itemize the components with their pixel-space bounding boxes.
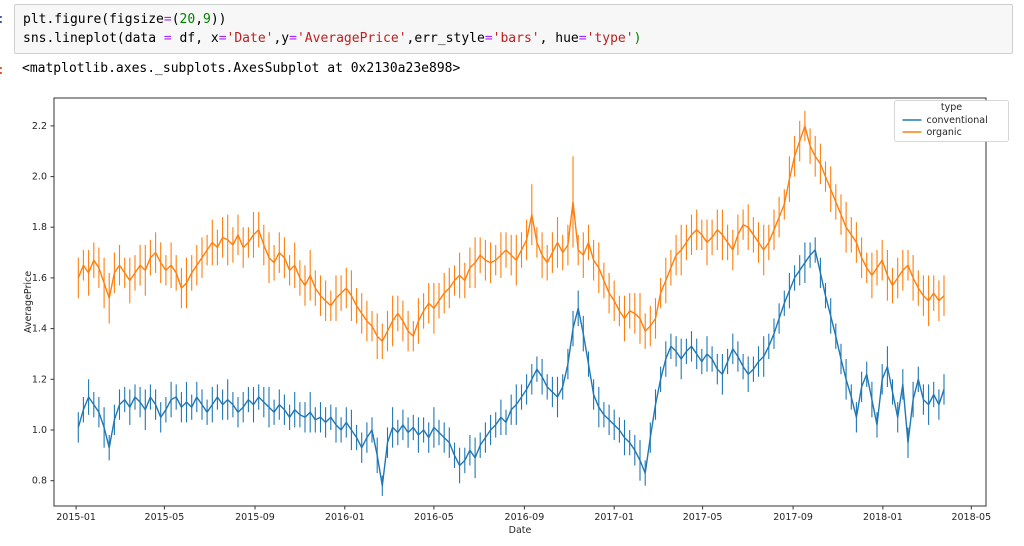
- code-token: =: [485, 31, 493, 46]
- y-axis-label: AveragePrice: [23, 271, 34, 333]
- y-tick-label: 1.0: [32, 425, 47, 436]
- x-tick-label: 2018-01: [863, 512, 903, 523]
- x-tick-label: 2015-05: [145, 512, 185, 523]
- code-cell[interactable]: plt.figure(figsize=(20,9)) sns.lineplot(…: [14, 4, 1013, 54]
- code-token: 'bars': [493, 31, 540, 46]
- code-line-2[interactable]: sns.lineplot(data = df, x='Date',y='Aver…: [23, 29, 1004, 48]
- legend-title: type: [941, 102, 962, 113]
- line-conventional: [78, 250, 944, 486]
- code-token: sns.lineplot(data: [23, 31, 164, 46]
- x-tick-label: 2016-09: [505, 512, 545, 523]
- legend-label-conventional: conventional: [927, 115, 988, 126]
- code-token: 'AveragePrice': [297, 31, 407, 46]
- out-prompt-fragment: :: [0, 63, 5, 79]
- x-tick-label: 2017-09: [773, 512, 813, 523]
- x-axis-label: Date: [509, 525, 532, 536]
- lineplot-figure: 2015-01 2015-05 2015-09 2016-01 2016-05 2016-…: [0, 86, 1024, 546]
- code-token: 'type': [587, 31, 634, 46]
- x-tick-label: 2016-05: [414, 512, 454, 523]
- x-tick-label: 2016-01: [325, 512, 365, 523]
- x-tick-label: 2015-09: [235, 512, 275, 523]
- line-organic: [78, 126, 944, 341]
- code-token: =: [164, 12, 172, 27]
- y-tick-label: 1.2: [32, 374, 47, 385]
- code-token: 20: [180, 12, 196, 27]
- code-token: =: [289, 31, 297, 46]
- code-line-1[interactable]: plt.figure(figsize=(20,9)): [23, 10, 1004, 29]
- y-tick-label: 1.8: [32, 222, 47, 233]
- x-tick-label: 2017-01: [594, 512, 634, 523]
- in-prompt-fragment: :: [0, 12, 5, 28]
- code-token: , hue: [540, 31, 579, 46]
- code-token: df, x: [172, 31, 219, 46]
- x-tick-label: 2015-01: [56, 512, 96, 523]
- code-token: =: [219, 31, 227, 46]
- y-tick-label: 2.2: [32, 121, 47, 132]
- x-tick-label: 2017-05: [683, 512, 723, 523]
- code-token: 9: [203, 12, 211, 27]
- code-token: )): [211, 12, 227, 27]
- code-token: plt.figure(figsize: [23, 12, 164, 27]
- code-token: =: [579, 31, 587, 46]
- y-tick-label: 0.8: [32, 476, 47, 487]
- y-tick-label: 2.0: [32, 172, 47, 183]
- legend-label-organic: organic: [927, 127, 962, 138]
- code-token: ,y: [273, 31, 289, 46]
- output-repr-text: <matplotlib.axes._subplots.AxesSubplot a…: [22, 60, 460, 77]
- y-tick-label: 1.6: [32, 273, 47, 284]
- code-token: ): [634, 31, 642, 46]
- code-token: 'Date': [227, 31, 274, 46]
- plot-frame: [54, 98, 986, 506]
- x-tick-label: 2018-05: [951, 512, 991, 523]
- code-token: (: [172, 12, 180, 27]
- code-token: =: [164, 31, 172, 46]
- y-tick-label: 1.4: [32, 324, 47, 335]
- code-token: ,: [195, 12, 203, 27]
- code-token: ,err_style: [407, 31, 485, 46]
